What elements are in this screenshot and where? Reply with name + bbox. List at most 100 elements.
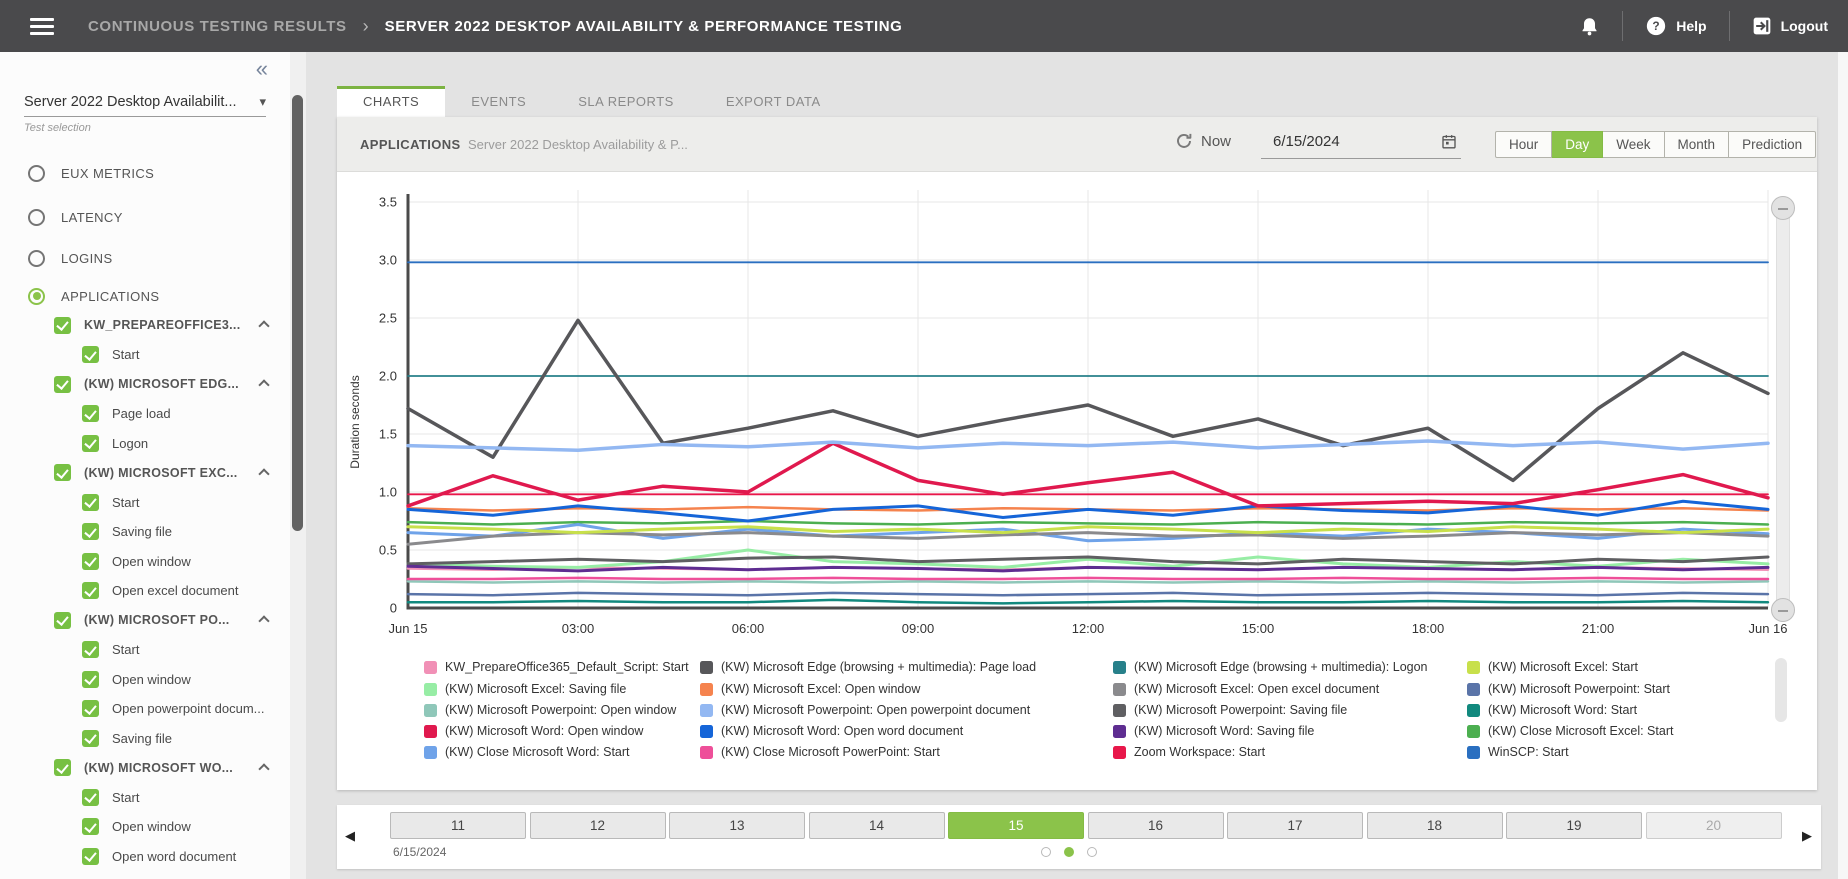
range-button-week[interactable]: Week	[1603, 131, 1664, 158]
sidebar-collapse-icon[interactable]: «	[256, 56, 268, 82]
legend-item-winscp-start[interactable]: WinSCP: Start	[1467, 744, 1569, 760]
legend-item-kw-microsoft-powerpoint-open-powerpoint-document[interactable]: (KW) Microsoft Powerpoint: Open powerpoi…	[700, 702, 1030, 718]
tab-events[interactable]: EVENTS	[445, 86, 552, 117]
range-button-prediction[interactable]: Prediction	[1729, 131, 1816, 158]
page-button-12[interactable]: 12	[530, 812, 666, 839]
checkbox-checked-icon[interactable]	[82, 494, 99, 511]
page-button-13[interactable]: 13	[669, 812, 805, 839]
legend-item-kw-microsoft-word-saving-file[interactable]: (KW) Microsoft Word: Saving file	[1113, 723, 1314, 739]
tree-item-start[interactable]: Start	[0, 344, 290, 366]
legend-item-kw-microsoft-excel-open-window[interactable]: (KW) Microsoft Excel: Open window	[700, 681, 920, 697]
checkbox-checked-icon[interactable]	[82, 730, 99, 747]
tree-item-start[interactable]: Start	[0, 786, 290, 808]
sidebar-radio-eux-metrics[interactable]: EUX METRICS	[28, 161, 154, 185]
legend-item-kw-prepareoffice365-default-script-start[interactable]: KW_PrepareOffice365_Default_Script: Star…	[424, 659, 689, 675]
legend-item-zoom-workspace-start[interactable]: Zoom Workspace: Start	[1113, 744, 1265, 760]
tree-item-page-load[interactable]: Page load	[0, 403, 290, 425]
legend-scrollbar-thumb[interactable]	[1775, 658, 1787, 722]
legend-item-kw-close-microsoft-powerpoint-start[interactable]: (KW) Close Microsoft PowerPoint: Start	[700, 744, 940, 760]
checkbox-checked-icon[interactable]	[54, 376, 71, 393]
page-button-18[interactable]: 18	[1367, 812, 1503, 839]
tab-sla-reports[interactable]: SLA REPORTS	[552, 86, 700, 117]
legend-item-kw-microsoft-excel-saving-file[interactable]: (KW) Microsoft Excel: Saving file	[424, 681, 626, 697]
page-button-14[interactable]: 14	[809, 812, 945, 839]
tree-item-kw-microsoft-po[interactable]: (KW) MICROSOFT PO...	[0, 609, 290, 631]
sidebar-radio-latency[interactable]: LATENCY	[28, 205, 123, 229]
tree-item-open-window[interactable]: Open window	[0, 550, 290, 572]
legend-item-kw-microsoft-excel-start[interactable]: (KW) Microsoft Excel: Start	[1467, 659, 1638, 675]
range-button-hour[interactable]: Hour	[1495, 131, 1552, 158]
radio-circle-icon[interactable]	[28, 165, 45, 182]
pagination-dot-1[interactable]	[1041, 847, 1051, 857]
checkbox-checked-icon[interactable]	[82, 405, 99, 422]
tree-item-kw-prepareoffice3[interactable]: KW_PREPAREOFFICE3...	[0, 314, 290, 336]
checkbox-checked-icon[interactable]	[82, 523, 99, 540]
tree-item-saving-file[interactable]: Saving file	[0, 521, 290, 543]
chart-zoom-slider-handle-top[interactable]	[1771, 196, 1795, 220]
checkbox-checked-icon[interactable]	[54, 612, 71, 629]
tree-item-start[interactable]: Start	[0, 639, 290, 661]
tree-item-logon[interactable]: Logon	[0, 432, 290, 454]
checkbox-checked-icon[interactable]	[82, 848, 99, 865]
breadcrumb-root[interactable]: CONTINUOUS TESTING RESULTS	[88, 18, 347, 35]
legend-item-kw-microsoft-edge-browsing-multimedia-page-load[interactable]: (KW) Microsoft Edge (browsing + multimed…	[700, 659, 1036, 675]
page-button-11[interactable]: 11	[390, 812, 526, 839]
tree-item-open-word-document[interactable]: Open word document	[0, 845, 290, 867]
test-selection-dropdown[interactable]: Server 2022 Desktop Availabilit... ▾	[24, 94, 266, 110]
logout-button[interactable]: Logout	[1752, 16, 1828, 36]
sidebar-radio-logins[interactable]: LOGINS	[28, 246, 113, 270]
chart-zoom-slider-track[interactable]	[1776, 196, 1790, 622]
chevron-up-icon[interactable]	[258, 468, 269, 479]
range-button-day[interactable]: Day	[1552, 131, 1603, 158]
checkbox-checked-icon[interactable]	[82, 553, 99, 570]
chevron-up-icon[interactable]	[258, 320, 269, 331]
help-button[interactable]: ? Help	[1645, 15, 1706, 37]
calendar-icon[interactable]	[1441, 133, 1457, 150]
page-button-20[interactable]: 20	[1646, 812, 1782, 839]
checkbox-checked-icon[interactable]	[82, 671, 99, 688]
legend-item-kw-close-microsoft-excel-start[interactable]: (KW) Close Microsoft Excel: Start	[1467, 723, 1673, 739]
tab-export-data[interactable]: EXPORT DATA	[700, 86, 847, 117]
checkbox-checked-icon[interactable]	[54, 759, 71, 776]
tree-item-open-window[interactable]: Open window	[0, 668, 290, 690]
tree-item-kw-microsoft-exc[interactable]: (KW) MICROSOFT EXC...	[0, 462, 290, 484]
page-button-16[interactable]: 16	[1088, 812, 1224, 839]
tree-item-saving-file[interactable]: Saving file	[0, 727, 290, 749]
tree-item-start[interactable]: Start	[0, 491, 290, 513]
chevron-up-icon[interactable]	[258, 615, 269, 626]
page-button-19[interactable]: 19	[1506, 812, 1642, 839]
pagination-prev-icon[interactable]: ◀	[345, 828, 355, 844]
checkbox-checked-icon[interactable]	[82, 700, 99, 717]
legend-item-kw-microsoft-powerpoint-open-window[interactable]: (KW) Microsoft Powerpoint: Open window	[424, 702, 676, 718]
radio-circle-icon[interactable]	[28, 288, 45, 305]
tree-item-kw-microsoft-wo[interactable]: (KW) MICROSOFT WO...	[0, 757, 290, 779]
content-scrollbar-track[interactable]	[290, 52, 306, 879]
refresh-now-button[interactable]: Now	[1175, 132, 1231, 150]
content-scrollbar-thumb[interactable]	[292, 95, 303, 531]
checkbox-checked-icon[interactable]	[82, 582, 99, 599]
checkbox-checked-icon[interactable]	[54, 317, 71, 334]
pagination-dot-3[interactable]	[1087, 847, 1097, 857]
legend-item-kw-microsoft-excel-open-excel-document[interactable]: (KW) Microsoft Excel: Open excel documen…	[1113, 681, 1379, 697]
legend-item-kw-microsoft-word-open-window[interactable]: (KW) Microsoft Word: Open window	[424, 723, 643, 739]
page-button-17[interactable]: 17	[1227, 812, 1363, 839]
legend-item-kw-microsoft-powerpoint-saving-file[interactable]: (KW) Microsoft Powerpoint: Saving file	[1113, 702, 1347, 718]
chevron-up-icon[interactable]	[258, 379, 269, 390]
range-button-month[interactable]: Month	[1665, 131, 1730, 158]
checkbox-checked-icon[interactable]	[82, 641, 99, 658]
chevron-up-icon[interactable]	[258, 763, 269, 774]
checkbox-checked-icon[interactable]	[82, 789, 99, 806]
pagination-dot-2[interactable]	[1064, 847, 1074, 857]
checkbox-checked-icon[interactable]	[54, 464, 71, 481]
legend-item-kw-microsoft-word-start[interactable]: (KW) Microsoft Word: Start	[1467, 702, 1637, 718]
checkbox-checked-icon[interactable]	[82, 818, 99, 835]
tree-item-open-powerpoint-docum[interactable]: Open powerpoint docum...	[0, 698, 290, 720]
date-picker-field[interactable]: 6/15/2024	[1261, 125, 1461, 159]
hamburger-menu-icon[interactable]	[30, 14, 54, 39]
pagination-next-icon[interactable]: ▶	[1802, 828, 1812, 844]
page-button-15[interactable]: 15	[948, 812, 1084, 839]
tab-charts[interactable]: CHARTS	[337, 86, 445, 117]
legend-item-kw-close-microsoft-word-start[interactable]: (KW) Close Microsoft Word: Start	[424, 744, 630, 760]
checkbox-checked-icon[interactable]	[82, 346, 99, 363]
legend-item-kw-microsoft-edge-browsing-multimedia-logon[interactable]: (KW) Microsoft Edge (browsing + multimed…	[1113, 659, 1428, 675]
